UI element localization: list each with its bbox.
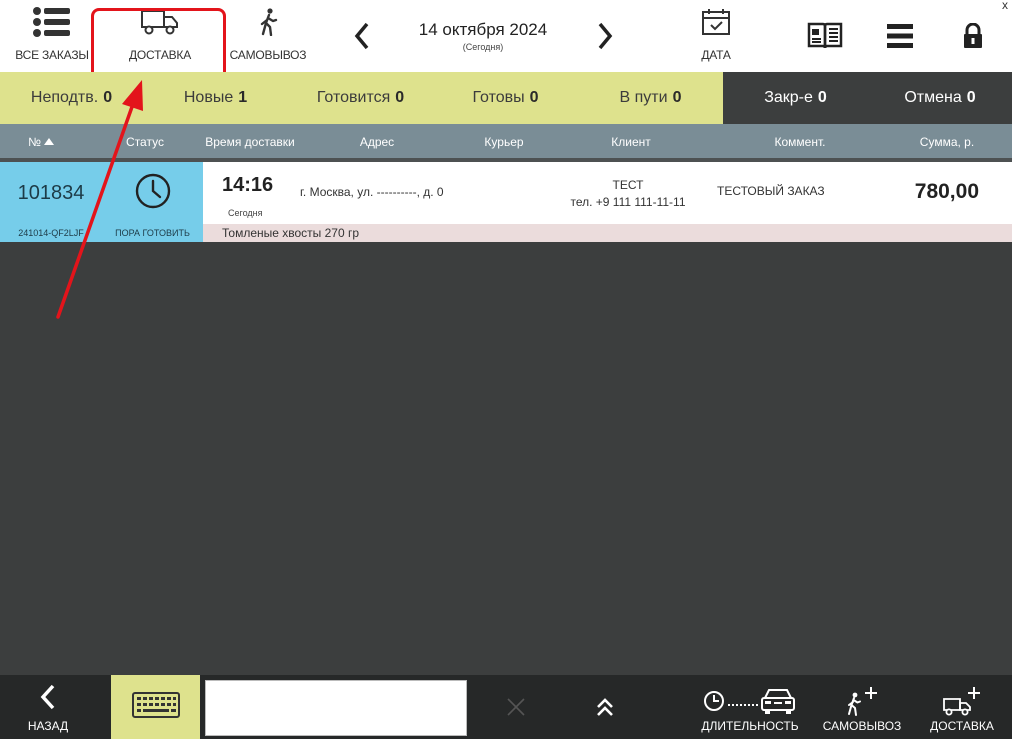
truck-plus-icon (942, 675, 982, 719)
order-items: Томленые хвосты 270 гр (203, 224, 1012, 242)
order-status-cell (102, 162, 203, 224)
chevron-left-icon (353, 0, 371, 72)
truck-icon (140, 0, 180, 44)
column-number[interactable]: № (0, 124, 82, 158)
filter-cooking[interactable]: Готовится 0 (288, 72, 433, 124)
new-delivery-button[interactable]: ДОСТАВКА (925, 675, 999, 739)
column-comment[interactable]: Коммент. (752, 124, 848, 158)
book-icon (807, 0, 843, 72)
filter-cooking-count: 0 (395, 89, 405, 106)
delivery-label: ДОСТАВКА (128, 48, 192, 62)
filter-new-count: 1 (238, 89, 248, 106)
back-label: НАЗАД (27, 719, 69, 733)
order-number: 101834 (0, 162, 102, 224)
column-number-label: № (28, 135, 41, 149)
order-sum: 780,00 (914, 180, 979, 203)
walker-icon (257, 0, 279, 44)
status-filter-bar: Неподтв. 0 Новые 1 Готовится 0 Готовы 0 В пу… (0, 72, 1012, 124)
filter-on-way-count: 0 (672, 89, 682, 106)
clock-icon (135, 173, 171, 214)
column-status[interactable]: Статус (102, 124, 188, 158)
table-header: № Статус Время доставки Адрес Курьер Кли… (0, 124, 1012, 158)
filter-unconfirmed-label: Неподтв. (30, 89, 99, 106)
filter-cancelled-label: Отмена (904, 89, 962, 106)
table-row[interactable]: 101834 241014-QF2LJF ПОРА ГОТОВИТЬ 14:16… (0, 162, 1012, 242)
filter-ready-label: Готовы (472, 89, 525, 106)
keyboard-icon (131, 691, 180, 723)
pickup-tab[interactable]: САМОВЫВОЗ (226, 0, 310, 72)
column-address[interactable]: Адрес (330, 124, 424, 158)
menu-button[interactable] (878, 0, 922, 72)
keyboard-button[interactable] (111, 675, 200, 739)
sort-ascending-icon (43, 138, 54, 145)
column-sum[interactable]: Сумма, р. (900, 124, 994, 158)
delivery-tab[interactable]: ДОСТАВКА (100, 0, 220, 72)
clock-car-icon (704, 675, 796, 719)
client-phone: тел. +9 111 111-11-11 (570, 195, 686, 209)
date-picker-button[interactable]: ДАТА (690, 0, 742, 72)
chevron-right-icon (596, 0, 614, 72)
prev-date-button[interactable] (345, 0, 379, 72)
filter-closed-count: 0 (817, 89, 827, 106)
scroll-top-button[interactable] (588, 691, 622, 727)
filter-unconfirmed[interactable]: Неподтв. 0 (0, 72, 143, 124)
duration-label: ДЛИТЕЛЬНОСТЬ (701, 719, 799, 733)
order-code: 241014-QF2LJF (0, 224, 102, 242)
date-label: ДАТА (701, 48, 731, 62)
filter-on-way-label: В пути (619, 89, 668, 106)
client-name: ТЕСТ (612, 178, 644, 192)
filter-cancelled-count: 0 (966, 89, 976, 106)
column-courier[interactable]: Курьер (460, 124, 548, 158)
back-button[interactable]: НАЗАД (10, 675, 86, 739)
all-orders-label: ВСЕ ЗАКАЗЫ (15, 48, 89, 62)
search-input[interactable] (205, 680, 467, 736)
delivery-time: 14:16 (222, 174, 274, 196)
order-client: ТЕСТ тел. +9 111 111-11-11 (560, 177, 696, 211)
lock-icon (962, 0, 984, 72)
date-sub: (Сегодня) (462, 42, 504, 52)
column-time[interactable]: Время доставки (200, 124, 300, 158)
filter-cancelled[interactable]: Отмена 0 (868, 72, 1012, 124)
filter-new[interactable]: Новые 1 (143, 72, 288, 124)
calendar-icon (701, 0, 731, 44)
clear-button[interactable] (500, 693, 532, 725)
filter-new-label: Новые (183, 89, 234, 106)
column-client[interactable]: Клиент (586, 124, 676, 158)
chevron-left-icon (39, 675, 57, 719)
delivery-time-sub: Сегодня (228, 208, 263, 218)
top-bar: ВСЕ ЗАКАЗЫ ДОСТАВКА САМОВЫВОЗ 14 октября (0, 0, 1012, 72)
filter-closed[interactable]: Закр-е 0 (723, 72, 868, 124)
filter-closed-label: Закр-е (764, 89, 813, 106)
date-display: 14 октября 2024 (Сегодня) (400, 20, 566, 52)
new-delivery-label: ДОСТАВКА (930, 719, 994, 733)
filter-unconfirmed-count: 0 (103, 89, 113, 106)
lock-button[interactable] (953, 0, 993, 72)
order-address: г. Москва, ул. ----------, д. 0 (300, 185, 444, 199)
double-chevron-up-icon (595, 696, 615, 723)
filter-cooking-label: Готовится (316, 89, 391, 106)
walker-plus-icon (845, 675, 879, 719)
next-date-button[interactable] (588, 0, 622, 72)
filter-ready-count: 0 (529, 89, 539, 106)
order-status-label: ПОРА ГОТОВИТЬ (102, 224, 203, 242)
date-main: 14 октября 2024 (418, 20, 548, 39)
pickup-label: САМОВЫВОЗ (229, 48, 307, 62)
journal-button[interactable] (800, 0, 850, 72)
hamburger-icon (886, 0, 914, 72)
window-close-button[interactable]: x (1002, 0, 1008, 12)
close-icon (506, 697, 526, 722)
new-pickup-button[interactable]: САМОВЫВОЗ (820, 675, 904, 739)
new-pickup-label: САМОВЫВОЗ (822, 719, 902, 733)
order-comment: ТЕСТОВЫЙ ЗАКАЗ (717, 184, 825, 198)
filter-ready[interactable]: Готовы 0 (433, 72, 578, 124)
list-icon (32, 0, 72, 44)
filter-on-way[interactable]: В пути 0 (578, 72, 723, 124)
all-orders-button[interactable]: ВСЕ ЗАКАЗЫ (10, 0, 94, 72)
duration-button[interactable]: ДЛИТЕЛЬНОСТЬ (696, 675, 804, 739)
bottom-bar: НАЗАД ДЛИТЕЛЬНОСТЬ САМОВЫВОЗ ДОСТАВКА (0, 675, 1012, 739)
